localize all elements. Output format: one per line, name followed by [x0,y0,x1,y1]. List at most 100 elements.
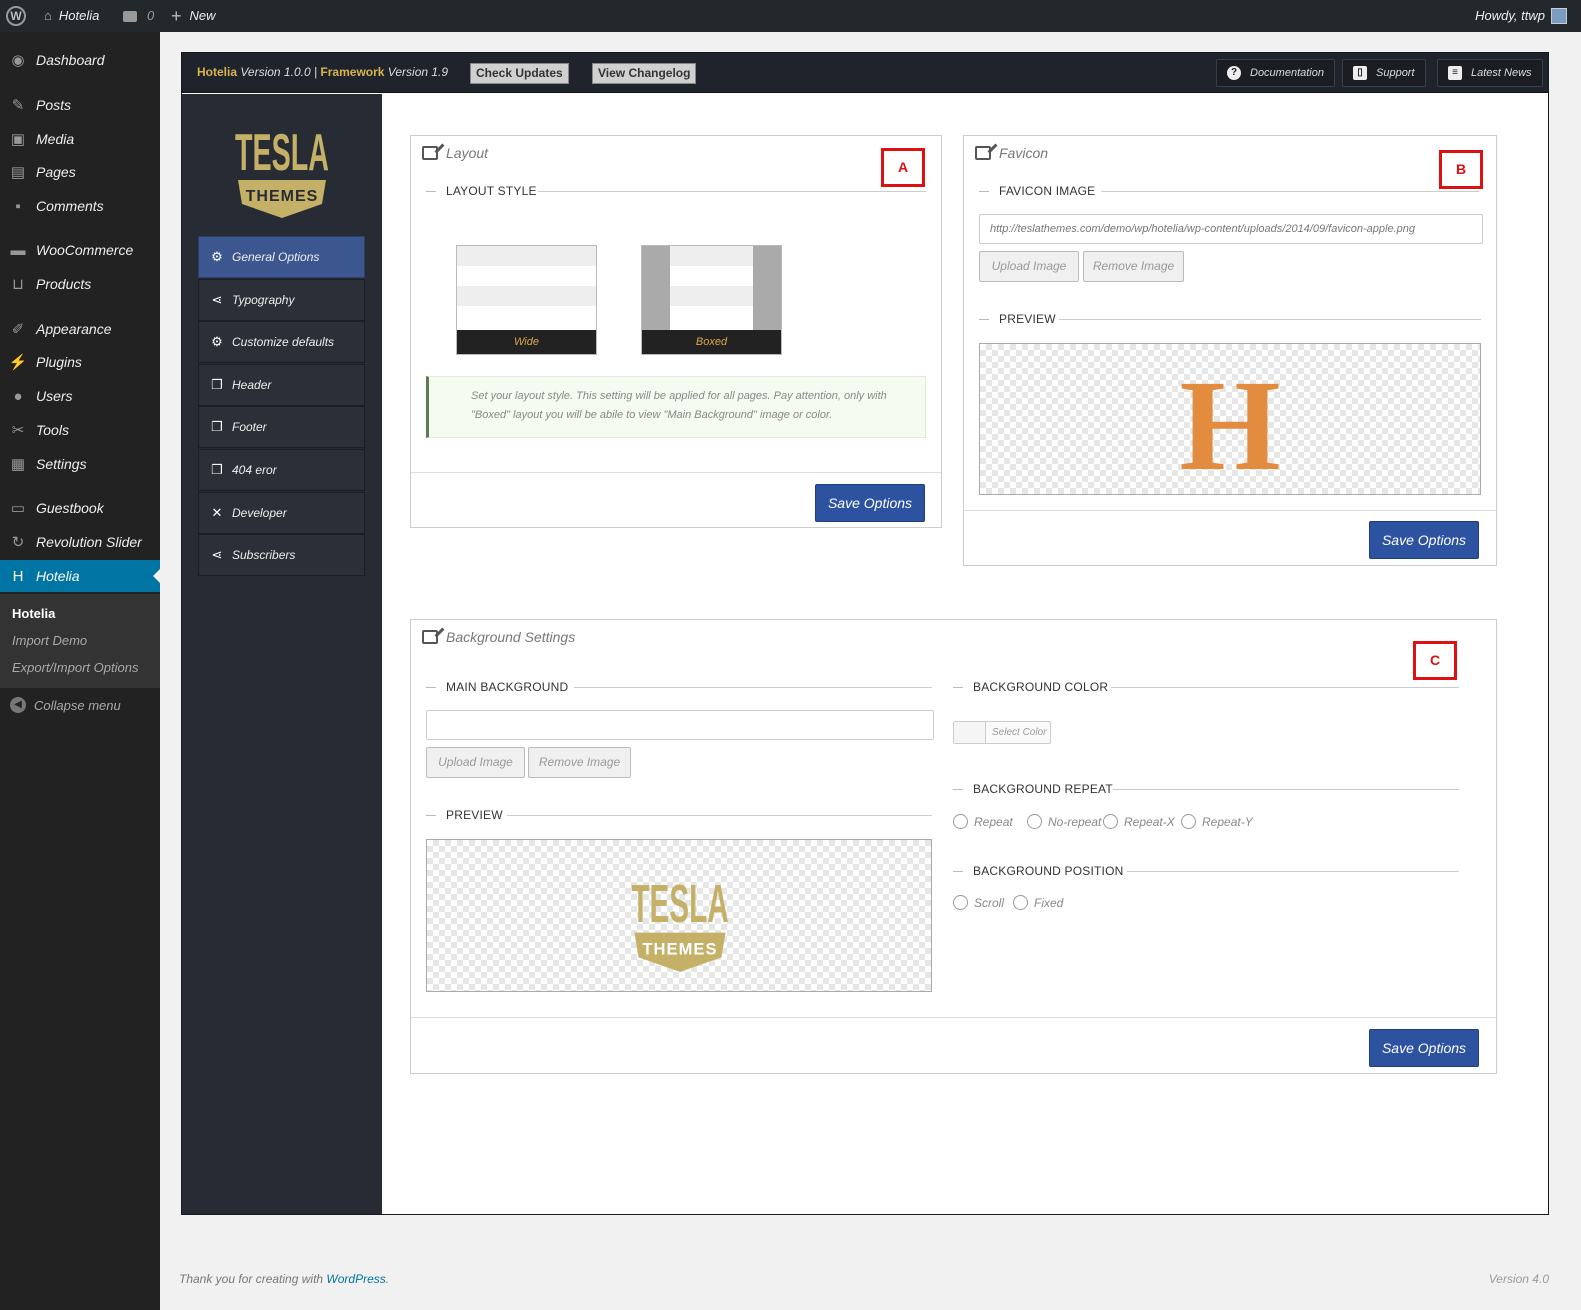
section-rule [1127,871,1459,872]
nav-footer[interactable]: ❐ Footer [198,406,365,448]
user-icon: ● [13,387,23,405]
refresh-icon: ↻ [11,534,25,551]
radio-fixed[interactable]: Fixed [1013,895,1063,910]
submenu-item-export-import[interactable]: Export/Import Options [12,660,138,675]
collapse-arrow-icon: ◀ [10,697,26,713]
menu-item-plugins[interactable]: ⚡ Plugins [0,346,160,378]
menu-item-woocommerce[interactable]: ▬ WooCommerce [0,234,160,266]
share-icon: ⋖ [211,292,223,307]
nav-label: Header [232,378,272,392]
layout-option-boxed[interactable]: Boxed [641,245,782,355]
plug-icon: ⚡ [8,354,28,371]
theme-version: Version 1.0.0 | [240,65,318,79]
menu-item-users[interactable]: ● Users [0,380,160,412]
menu-item-settings[interactable]: ▦ Settings [0,448,160,480]
comment-bubble-icon [123,10,137,22]
wordpress-logo-icon[interactable]: W [6,0,26,32]
latest-news-button[interactable]: ≡ Latest News [1437,59,1543,87]
select-color-label: Select Color [992,727,1047,738]
background-repeat-heading: BACKGROUND REPEAT [973,782,1113,796]
nav-subscribers[interactable]: ⋖ Subscribers [198,534,365,576]
nav-label: General Options [232,250,320,264]
radio-circle [1181,814,1196,829]
submenu-item-import-demo[interactable]: Import Demo [12,633,87,648]
radio-scroll[interactable]: Scroll [953,895,1004,910]
user-account-menu[interactable]: Howdy, ttwp [1475,0,1567,32]
edit-icon [422,146,438,160]
nav-customize-defaults[interactable]: ⚙ Customize defaults [198,321,365,363]
background-color-picker[interactable]: Select Color [953,721,1051,744]
background-save-button[interactable]: Save Options [1369,1029,1479,1067]
menu-item-products[interactable]: ⊔ Products [0,268,160,300]
nav-developer[interactable]: ✕ Developer [198,492,365,534]
radio-repeat-y[interactable]: Repeat-Y [1181,814,1253,829]
radio-repeat[interactable]: Repeat [953,814,1013,829]
menu-item-pages[interactable]: ▤ Pages [0,156,160,188]
nav-404-error[interactable]: ❐ 404 eror [198,449,365,491]
layout-note: Set your layout style. This setting will… [426,376,926,438]
menu-item-label: Comments [36,198,104,214]
background-remove-button[interactable]: Remove Image [528,747,631,778]
home-icon: ⌂ [44,8,52,23]
favicon-box: Favicon B FAVICON IMAGE http://teslathem… [963,135,1497,566]
layout-save-button[interactable]: Save Options [815,484,925,522]
favicon-preview-image: H [979,343,1481,495]
menu-item-comments[interactable]: ▪ Comments [0,190,160,222]
background-preview-heading: PREVIEW [446,808,503,822]
menu-item-hotelia[interactable]: H Hotelia [0,560,160,592]
favicon-url-input[interactable]: http://teslathemes.com/demo/wp/hotelia/w… [979,214,1483,244]
comments-link[interactable]: 0 [123,0,154,32]
nav-label: Developer [232,506,287,520]
nav-header[interactable]: ❐ Header [198,364,365,406]
nav-typography[interactable]: ⋖ Typography [198,279,365,321]
annotation-marker-c: C [1413,641,1457,680]
menu-item-label: Revolution Slider [36,534,142,550]
check-updates-button[interactable]: Check Updates [470,63,569,84]
wordpress-link[interactable]: WordPress [326,1272,385,1286]
submenu-item-hotelia[interactable]: Hotelia [12,606,55,621]
framework-name: Framework [320,65,385,79]
menu-item-tools[interactable]: ✂ Tools [0,414,160,446]
radio-no-repeat[interactable]: No-repeat [1027,814,1101,829]
view-changelog-button[interactable]: View Changelog [592,63,697,84]
new-label: New [189,8,216,23]
documentation-button[interactable]: ? Documentation [1216,59,1335,87]
layout-style-heading: LAYOUT STYLE [446,184,537,198]
admin-menu: ◉ Dashboard ✎ Posts ▣ Media ▤ Pages ▪ Comment… [0,32,160,1310]
menu-item-revolution-slider[interactable]: ↻ Revolution Slider [0,526,160,558]
section-rule [1101,191,1479,192]
preview-logo-text-bottom: THEMES [642,939,717,958]
section-rule [574,687,932,688]
menu-item-media[interactable]: ▣ Media [0,123,160,155]
documentation-label: Documentation [1250,67,1324,79]
radio-repeat-x[interactable]: Repeat-X [1103,814,1175,829]
menu-item-posts[interactable]: ✎ Posts [0,89,160,121]
main-background-input[interactable] [426,710,934,740]
background-title: Background Settings [446,629,576,645]
question-icon: ? [1227,66,1241,80]
menu-item-appearance[interactable]: ✐ Appearance [0,313,160,345]
annotation-marker-b: B [1439,150,1483,189]
plus-icon: + [171,6,182,26]
site-name: Hotelia [58,8,100,23]
support-button[interactable]: ▯ Support [1342,59,1426,87]
logo-text-bottom: THEMES [246,188,319,205]
menu-item-label: Pages [36,164,76,180]
favicon-save-button[interactable]: Save Options [1369,521,1479,559]
favicon-upload-button[interactable]: Upload Image [979,251,1079,282]
new-content-link[interactable]: + New [171,0,216,32]
menu-item-label: Users [36,388,73,404]
greeting-text: Howdy, ttwp [1475,8,1545,23]
nav-general-options[interactable]: ⚙ General Options [198,236,365,278]
section-dash [979,319,989,320]
layout-option-wide[interactable]: Wide [456,245,597,355]
menu-item-dashboard[interactable]: ◉ Dashboard [0,44,160,76]
tesla-themes-preview-logo: TESLA THEMES [631,874,729,972]
layout-option-label: Wide [457,330,596,354]
background-upload-button[interactable]: Upload Image [426,747,525,778]
collapse-menu-button[interactable]: ◀ Collapse menu [10,697,121,713]
menu-item-guestbook[interactable]: ▭ Guestbook [0,492,160,524]
site-home-link[interactable]: ⌂ Hotelia [44,0,99,32]
favicon-remove-button[interactable]: Remove Image [1083,251,1184,282]
admin-footer: Thank you for creating with WordPress. [179,1272,389,1286]
